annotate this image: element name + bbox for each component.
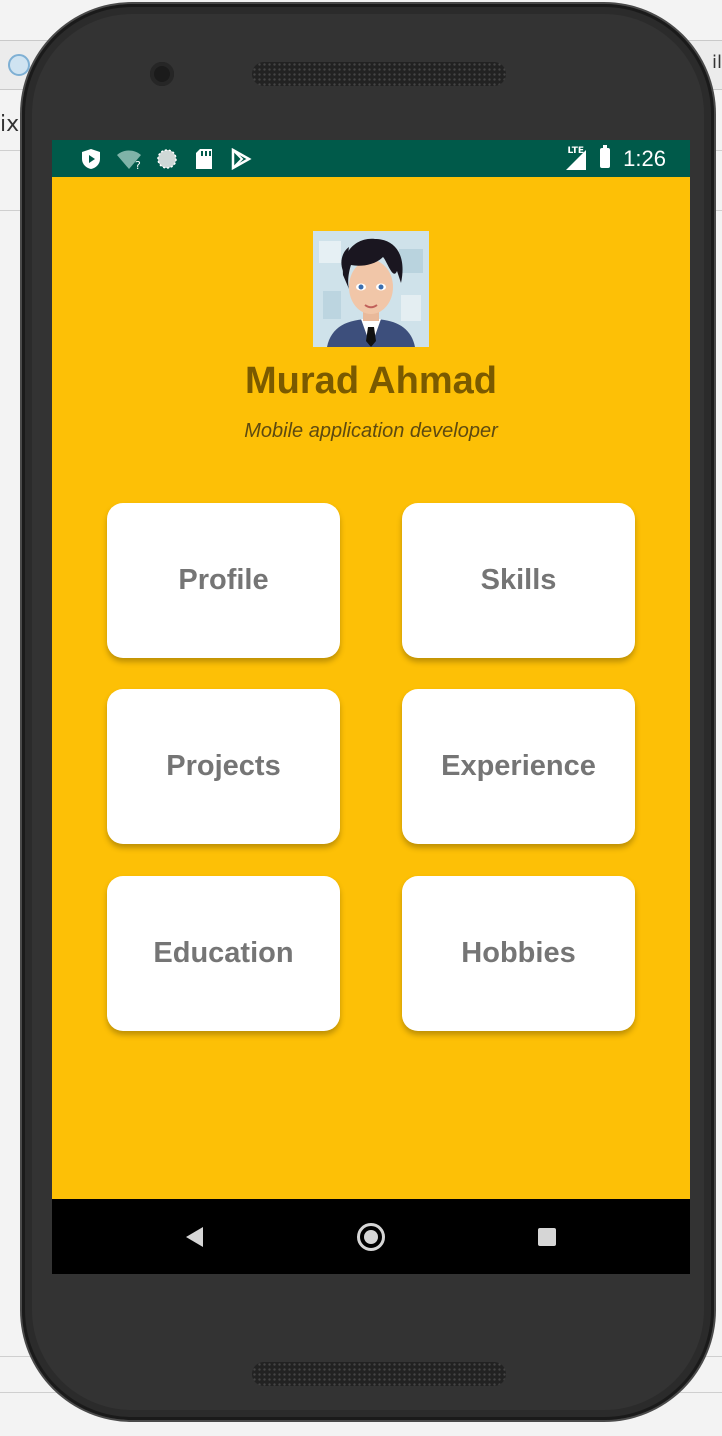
shield-play-icon [82,149,100,169]
back-icon[interactable] [186,1227,203,1247]
hobbies-button[interactable]: Hobbies [402,876,635,1031]
navigation-bar [52,1199,690,1274]
desktop-text-fragment: ix [0,112,20,137]
experience-button[interactable]: Experience [402,689,635,844]
desktop-icon-fragment [8,54,30,76]
skills-button[interactable]: Skills [402,503,635,658]
projects-button[interactable]: Projects [107,689,340,844]
sync-icon [157,149,177,169]
recents-icon[interactable] [538,1228,556,1246]
sd-card-icon [196,149,212,169]
front-camera [150,62,174,86]
top-speaker [252,62,506,86]
profile-title: Mobile application developer [244,420,498,442]
avatar [313,231,429,347]
home-icon[interactable] [357,1223,385,1251]
play-store-icon [231,148,252,170]
signal-icon [566,150,586,170]
status-time: 1:26 [623,146,666,171]
app-screen: ? LTE 1:26 Murad Ahmad Mobile applicatio… [52,140,690,1274]
bottom-speaker [252,1362,506,1386]
battery-icon [600,145,610,168]
profile-name: Murad Ahmad [245,360,497,402]
svg-text:?: ? [135,159,141,170]
wifi-unknown-icon: ? [117,150,141,170]
profile-button[interactable]: Profile [107,503,340,658]
status-bar: ? LTE 1:26 [52,140,690,177]
education-button[interactable]: Education [107,876,340,1031]
desktop-text-fragment: il [711,52,722,73]
